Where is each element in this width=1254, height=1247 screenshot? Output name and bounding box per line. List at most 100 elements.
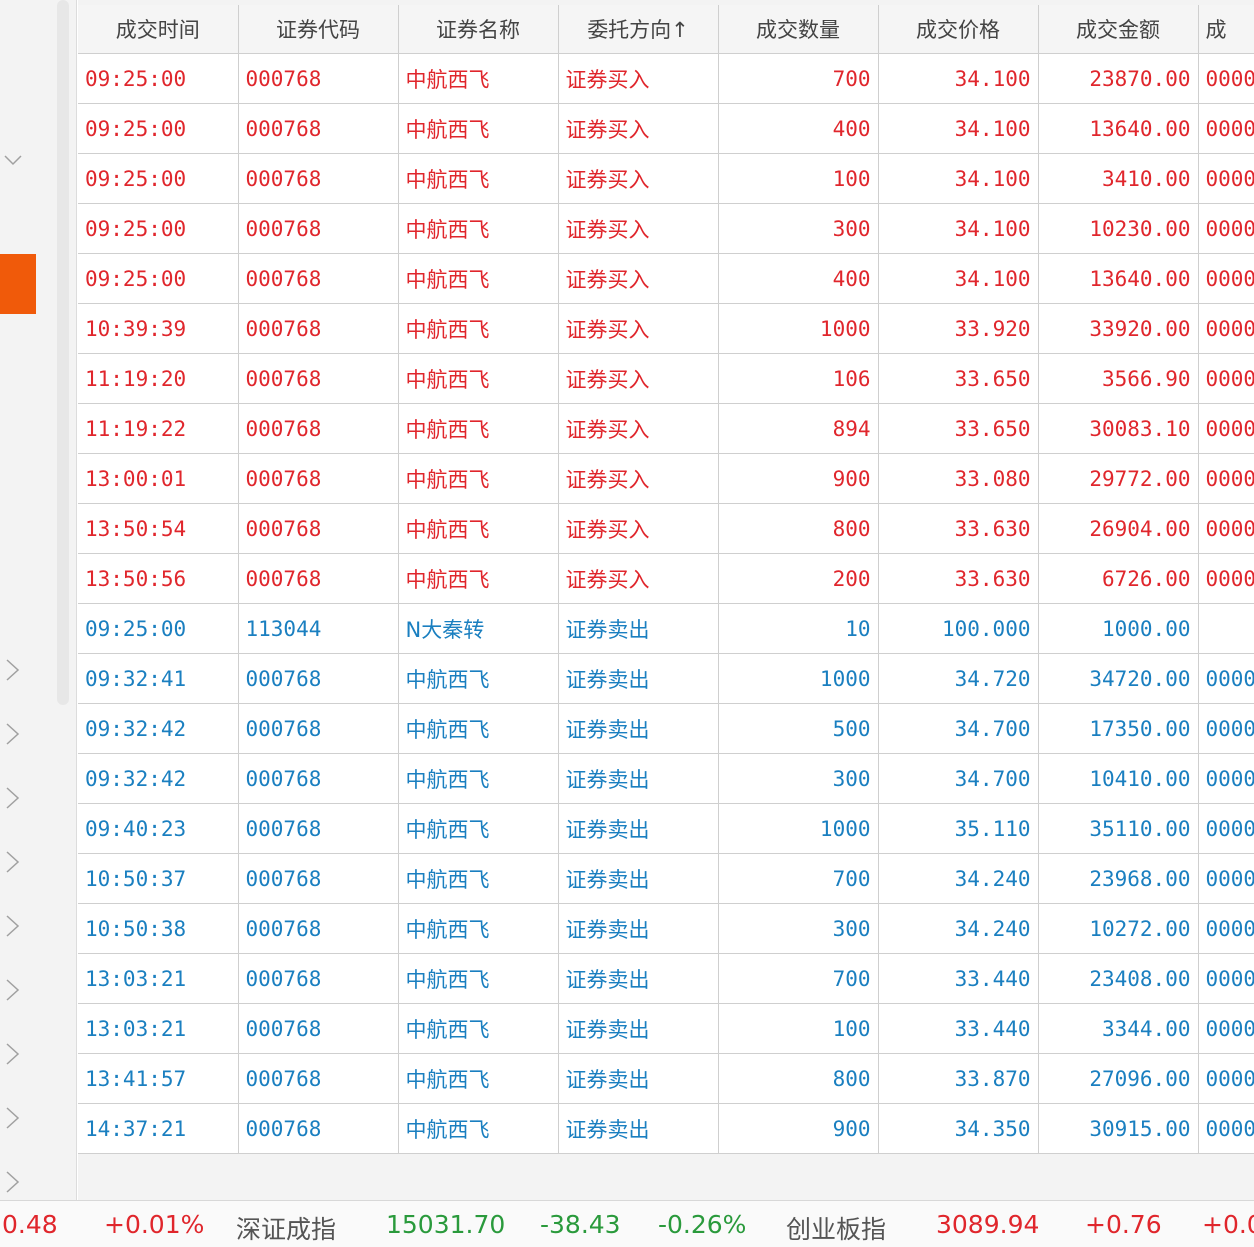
cell-truncated: 0000 xyxy=(1198,153,1254,204)
sidebar-active-indicator[interactable] xyxy=(0,254,36,314)
cell-order-direction: 证券买入 xyxy=(558,303,719,354)
cell-order-direction: 证券买入 xyxy=(558,153,719,204)
ticker-index-value: 15031.70 xyxy=(386,1210,506,1239)
column-header-trade-time[interactable]: 成交时间 xyxy=(78,5,239,54)
ticker-index-name[interactable]: 深证成指 xyxy=(236,1210,336,1246)
table-row[interactable]: 13:03:21 000768 中航西飞 证券卖出 700 33.440 23408.00 0… xyxy=(78,953,1254,1004)
cell-trade-price: 34.700 xyxy=(878,753,1039,804)
table-row[interactable]: 09:25:00 113044 N大秦转 证券卖出 10 100.000 1000.00 xyxy=(78,603,1254,654)
chevron-right-icon[interactable] xyxy=(3,1106,21,1129)
cell-security-code: 000768 xyxy=(238,1103,399,1154)
cell-truncated: 0000 xyxy=(1198,703,1254,754)
column-header-truncated[interactable]: 成 xyxy=(1198,5,1254,54)
chevron-right-icon[interactable] xyxy=(3,850,21,873)
cell-trade-price: 33.630 xyxy=(878,503,1039,554)
table-row[interactable]: 13:50:54 000768 中航西飞 证券买入 800 33.630 26904.00 0… xyxy=(78,503,1254,554)
cell-security-name: 中航西飞 xyxy=(398,53,559,104)
cell-trade-quantity: 700 xyxy=(718,53,879,104)
ticker-index-name[interactable]: 创业板指 xyxy=(786,1210,886,1246)
cell-trade-time: 09:32:42 xyxy=(78,753,239,804)
cell-trade-price: 100.000 xyxy=(878,603,1039,654)
chevron-right-icon[interactable] xyxy=(3,978,21,1001)
cell-truncated xyxy=(1198,603,1254,654)
cell-trade-amount: 30915.00 xyxy=(1038,1103,1199,1154)
cell-security-name: 中航西飞 xyxy=(398,353,559,404)
column-header-trade-amount[interactable]: 成交金额 xyxy=(1038,5,1199,54)
cell-trade-time: 11:19:22 xyxy=(78,403,239,454)
cell-trade-quantity: 300 xyxy=(718,203,879,254)
column-header-trade-quantity[interactable]: 成交数量 xyxy=(718,5,879,54)
chevron-right-icon[interactable] xyxy=(3,786,21,809)
table-row[interactable]: 11:19:20 000768 中航西飞 证券买入 106 33.650 3566.90 00… xyxy=(78,353,1254,404)
table-row[interactable]: 14:37:21 000768 中航西飞 证券卖出 900 34.350 30915.00 0… xyxy=(78,1103,1254,1154)
cell-trade-time: 09:40:23 xyxy=(78,803,239,854)
cell-trade-price: 33.920 xyxy=(878,303,1039,354)
cell-trade-price: 33.650 xyxy=(878,353,1039,404)
chevron-right-icon[interactable] xyxy=(3,658,21,681)
column-header-order-direction[interactable]: 委托方向↑ xyxy=(558,5,719,54)
cell-security-name: 中航西飞 xyxy=(398,103,559,154)
chevron-right-icon[interactable] xyxy=(3,1042,21,1065)
table-row[interactable]: 09:32:41 000768 中航西飞 证券卖出 1000 34.720 34720.00… xyxy=(78,653,1254,704)
cell-security-name: N大秦转 xyxy=(398,603,559,654)
table-row[interactable]: 10:50:38 000768 中航西飞 证券卖出 300 34.240 10272.00 0… xyxy=(78,903,1254,954)
chevron-right-icon[interactable] xyxy=(3,1170,21,1193)
chevron-right-icon[interactable] xyxy=(3,722,21,745)
chevron-right-icon[interactable] xyxy=(3,914,21,937)
cell-security-name: 中航西飞 xyxy=(398,1003,559,1054)
cell-trade-price: 34.700 xyxy=(878,703,1039,754)
table-row[interactable]: 13:03:21 000768 中航西飞 证券卖出 100 33.440 3344.00 00… xyxy=(78,1003,1254,1054)
table-row[interactable]: 09:25:00 000768 中航西飞 证券买入 400 34.100 13640.00 0… xyxy=(78,103,1254,154)
cell-trade-time: 13:50:56 xyxy=(78,553,239,604)
table-row[interactable]: 11:19:22 000768 中航西飞 证券买入 894 33.650 30083.10 0… xyxy=(78,403,1254,454)
chevron-down-icon[interactable] xyxy=(3,150,22,172)
column-header-security-name[interactable]: 证券名称 xyxy=(398,5,559,54)
table-row[interactable]: 09:40:23 000768 中航西飞 证券卖出 1000 35.110 35110.00… xyxy=(78,803,1254,854)
table-row[interactable]: 09:32:42 000768 中航西飞 证券卖出 500 34.700 17350.00 0… xyxy=(78,703,1254,754)
cell-order-direction: 证券卖出 xyxy=(558,753,719,804)
cell-security-code: 000768 xyxy=(238,703,399,754)
cell-trade-amount: 35110.00 xyxy=(1038,803,1199,854)
cell-trade-price: 34.100 xyxy=(878,153,1039,204)
table-row[interactable]: 09:25:00 000768 中航西飞 证券买入 700 34.100 23870.00 0… xyxy=(78,53,1254,104)
cell-truncated: 0000 xyxy=(1198,353,1254,404)
cell-trade-price: 33.080 xyxy=(878,453,1039,504)
cell-security-name: 中航西飞 xyxy=(398,403,559,454)
cell-trade-amount: 10272.00 xyxy=(1038,903,1199,954)
cell-trade-quantity: 100 xyxy=(718,153,879,204)
cell-trade-quantity: 900 xyxy=(718,1103,879,1154)
left-sidebar xyxy=(0,0,77,1200)
cell-trade-amount: 13640.00 xyxy=(1038,253,1199,304)
cell-trade-quantity: 500 xyxy=(718,703,879,754)
table-row[interactable]: 09:25:00 000768 中航西飞 证券买入 300 34.100 10230.00 0… xyxy=(78,203,1254,254)
cell-trade-quantity: 1000 xyxy=(718,653,879,704)
cell-trade-amount: 27096.00 xyxy=(1038,1053,1199,1104)
cell-trade-time: 11:19:20 xyxy=(78,353,239,404)
table-row[interactable]: 10:39:39 000768 中航西飞 证券买入 1000 33.920 33920.00… xyxy=(78,303,1254,354)
table-row[interactable]: 09:32:42 000768 中航西飞 证券卖出 300 34.700 10410.00 0… xyxy=(78,753,1254,804)
cell-security-code: 000768 xyxy=(238,203,399,254)
cell-trade-amount: 3344.00 xyxy=(1038,1003,1199,1054)
sidebar-scrollbar[interactable] xyxy=(57,0,69,705)
table-row[interactable]: 13:50:56 000768 中航西飞 证券买入 200 33.630 6726.00 00… xyxy=(78,553,1254,604)
cell-order-direction: 证券买入 xyxy=(558,53,719,104)
table-row[interactable]: 09:25:00 000768 中航西飞 证券买入 400 34.100 13640.00 0… xyxy=(78,253,1254,304)
cell-trade-quantity: 200 xyxy=(718,553,879,604)
table-row[interactable]: 10:50:37 000768 中航西飞 证券卖出 700 34.240 23968.00 0… xyxy=(78,853,1254,904)
cell-security-code: 000768 xyxy=(238,953,399,1004)
ticker-index-change: +0.76 xyxy=(1085,1210,1162,1239)
cell-trade-time: 09:32:42 xyxy=(78,703,239,754)
cell-trade-time: 13:03:21 xyxy=(78,953,239,1004)
cell-truncated: 0000 xyxy=(1198,203,1254,254)
table-row[interactable]: 13:00:01 000768 中航西飞 证券买入 900 33.080 29772.00 0… xyxy=(78,453,1254,504)
table-row[interactable]: 09:25:00 000768 中航西飞 证券买入 100 34.100 3410.00 00… xyxy=(78,153,1254,204)
cell-order-direction: 证券卖出 xyxy=(558,803,719,854)
grid-empty-area xyxy=(78,1155,1254,1200)
cell-trade-price: 34.240 xyxy=(878,853,1039,904)
column-header-security-code[interactable]: 证券代码 xyxy=(238,5,399,54)
column-header-trade-price[interactable]: 成交价格 xyxy=(878,5,1039,54)
table-row[interactable]: 13:41:57 000768 中航西飞 证券卖出 800 33.870 27096.00 0… xyxy=(78,1053,1254,1104)
cell-trade-amount: 10230.00 xyxy=(1038,203,1199,254)
cell-security-code: 113044 xyxy=(238,603,399,654)
cell-trade-amount: 6726.00 xyxy=(1038,553,1199,604)
